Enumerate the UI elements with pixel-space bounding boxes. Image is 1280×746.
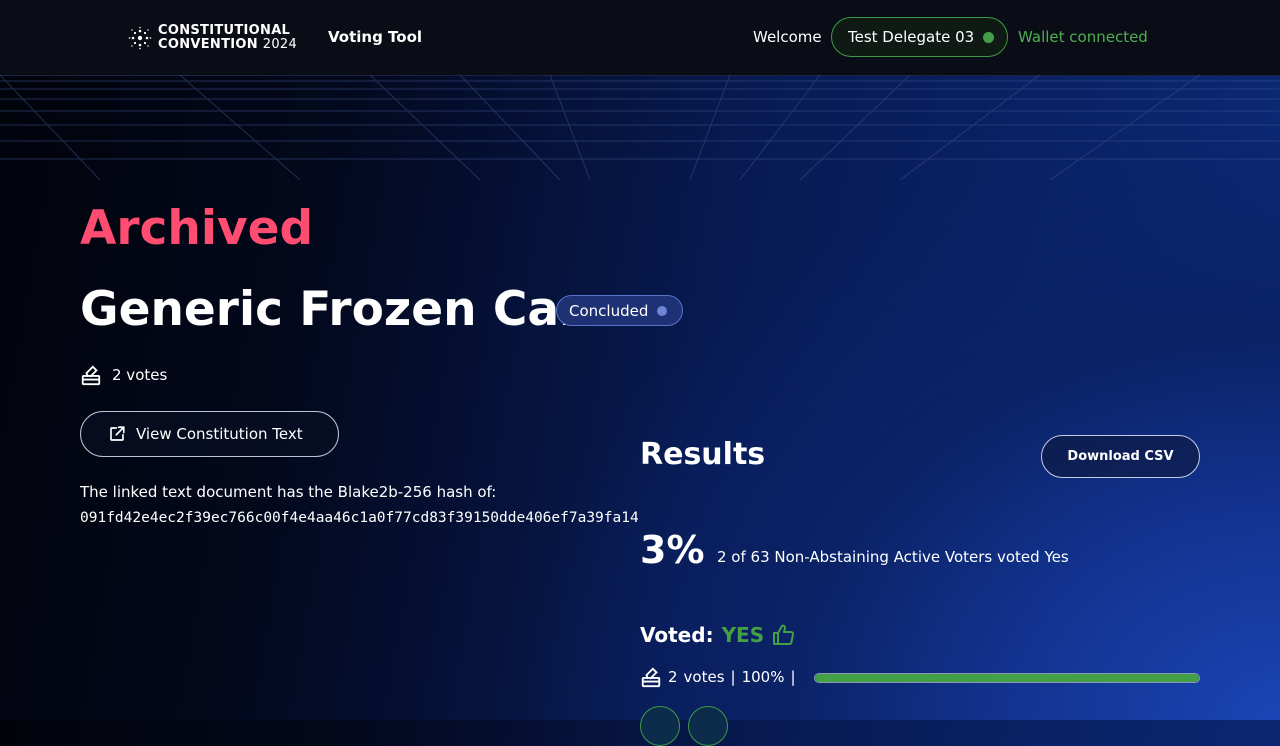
vote-count-text: 2 votes	[112, 366, 168, 384]
tally-votes-label: votes	[683, 668, 725, 686]
logo-line1: CONSTITUTIONAL	[158, 23, 291, 38]
logo-text: CONSTITUTIONAL CONVENTION 2024	[158, 24, 297, 52]
app-title[interactable]: Voting Tool	[328, 28, 422, 46]
vote-option-button[interactable]	[640, 706, 680, 746]
status-label: Concluded	[569, 301, 649, 320]
external-link-icon	[110, 426, 125, 441]
separator: |	[790, 668, 796, 686]
proposal-title: Generic Frozen Car	[80, 282, 583, 337]
top-header: CONSTITUTIONAL CONVENTION 2024 Voting To…	[0, 0, 1280, 76]
tally-votes: 2	[668, 668, 678, 686]
view-constitution-label: View Constitution Text	[136, 425, 303, 443]
yes-progress-bar	[814, 673, 1200, 683]
thumbs-up-icon	[773, 624, 795, 645]
logo-line2: CONVENTION	[158, 37, 258, 52]
connected-dot	[983, 31, 995, 43]
view-constitution-button[interactable]: View Constitution Text	[80, 411, 339, 457]
vote-count: 2 votes	[80, 364, 167, 386]
logo-year: 2024	[262, 37, 298, 52]
wallet-status: Wallet connected	[1018, 28, 1148, 46]
separator: |	[730, 668, 736, 686]
user-name: Test Delegate 03	[848, 28, 975, 46]
hash-value: 091fd42e4ec2f39ec766c00f4e4aa46c1a0f77cd…	[80, 510, 639, 526]
voted-row: Voted: YES	[640, 623, 796, 647]
results-heading: Results	[640, 437, 766, 472]
hash-label: The linked text document has the Blake2b…	[80, 483, 497, 501]
user-pill[interactable]: Test Delegate 03	[831, 17, 1008, 57]
yes-percent: 3%	[640, 528, 705, 572]
ballot-icon	[81, 365, 101, 386]
download-csv-button[interactable]: Download CSV	[1041, 435, 1200, 478]
status-dot	[657, 305, 668, 316]
logo[interactable]: CONSTITUTIONAL CONVENTION 2024	[128, 24, 297, 52]
vote-option-button[interactable]	[688, 706, 728, 746]
ballot-icon	[641, 667, 661, 688]
section-heading: Archived	[80, 201, 314, 256]
background-grid	[0, 75, 1280, 180]
logo-icon	[128, 26, 152, 50]
voted-value: YES	[721, 623, 765, 647]
welcome-text: Welcome	[753, 28, 822, 46]
tally-percent: 100%	[741, 668, 785, 686]
results-summary: 2 of 63 Non-Abstaining Active Voters vot…	[717, 548, 1069, 566]
yes-progress-fill	[815, 674, 1199, 682]
voted-label: Voted:	[640, 623, 714, 647]
status-badge: Concluded	[556, 295, 683, 326]
tally-row: 2 votes | 100% |	[640, 666, 796, 688]
